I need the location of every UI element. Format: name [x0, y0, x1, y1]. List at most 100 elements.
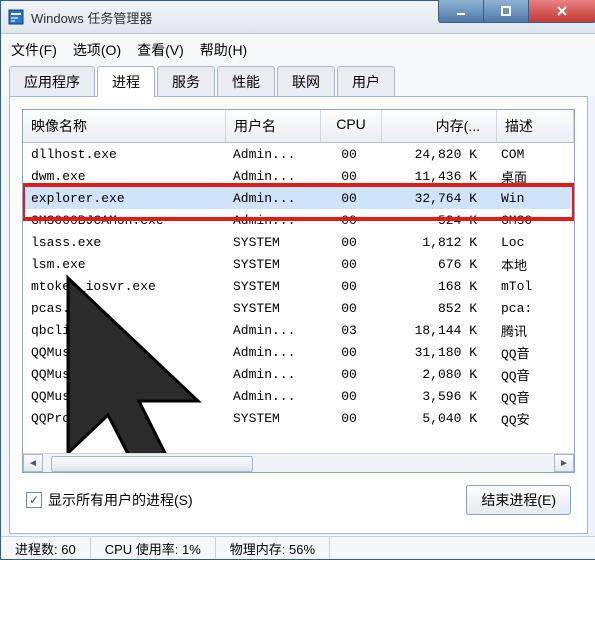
tab-users[interactable]: 用户: [337, 66, 395, 96]
tab-services[interactable]: 服务: [157, 66, 215, 96]
table-cell: SYSTEM: [225, 411, 319, 426]
window-buttons: [438, 1, 595, 33]
tab-row: 应用程序 进程 服务 性能 联网 用户: [1, 66, 595, 96]
table-cell: Win: [493, 191, 574, 206]
maximize-button[interactable]: [484, 0, 529, 23]
table-cell: QQ安: [493, 409, 574, 428]
table-cell: SYSTEM: [225, 279, 319, 294]
menu-view[interactable]: 查看(V): [137, 40, 184, 60]
table-cell: Admin...: [225, 367, 319, 382]
scroll-left-button[interactable]: ◄: [23, 454, 43, 472]
menu-help[interactable]: 帮助(H): [200, 40, 247, 60]
table-row[interactable]: dllhost.exeAdmin...0024,820 KCOM: [23, 143, 574, 165]
table-cell: 32,764 K: [379, 191, 493, 206]
checkbox-label: 显示所有用户的进程(S): [48, 490, 193, 510]
status-physical-memory: 物理内存: 56%: [216, 537, 330, 559]
table-cell: Admin...: [225, 345, 319, 360]
close-button[interactable]: [529, 0, 595, 23]
table-cell: Admin...: [225, 147, 319, 162]
under-table-row: ✓ 显示所有用户的进程(S) 结束进程(E): [26, 485, 571, 515]
table-cell: 1,812 K: [379, 235, 493, 250]
table-row[interactable]: QQMusiAdmin...002,080 KQQ音: [23, 363, 574, 385]
table-cell: 5,040 K: [379, 411, 493, 426]
table-cell: QQ音: [493, 343, 574, 362]
menu-file[interactable]: 文件(F): [11, 40, 57, 60]
table-cell: QQ音: [493, 387, 574, 406]
table-cell: Admin...: [225, 169, 319, 184]
table-row[interactable]: explorer.exeAdmin...0032,764 KWin: [23, 187, 574, 209]
table-row[interactable]: lsass.exeSYSTEM001,812 KLoc: [23, 231, 574, 253]
table-cell: explorer.exe: [23, 191, 225, 206]
table-row[interactable]: pcas.eSYSTEM00852 Kpca:: [23, 297, 574, 319]
table-cell: 11,436 K: [379, 169, 493, 184]
scroll-right-button[interactable]: ►: [554, 454, 574, 472]
table-cell: pca:: [493, 301, 574, 316]
table-cell: pcas.e: [23, 301, 225, 316]
tab-applications[interactable]: 应用程序: [9, 66, 95, 96]
table-cell: 852 K: [379, 301, 493, 316]
table-cell: QQMusi: [23, 345, 225, 360]
table-cell: dwm.exe: [23, 169, 225, 184]
tab-processes[interactable]: 进程: [97, 66, 155, 97]
table-cell: QQMusi: [23, 389, 225, 404]
table-cell: SYSTEM: [225, 301, 319, 316]
status-process-count: 进程数: 60: [1, 537, 91, 559]
table-cell: 2,080 K: [379, 367, 493, 382]
tab-performance[interactable]: 性能: [217, 66, 275, 96]
table-cell: 24,820 K: [379, 147, 493, 162]
scroll-thumb[interactable]: [51, 456, 253, 472]
statusbar: 进程数: 60 CPU 使用率: 1% 物理内存: 56%: [1, 536, 595, 559]
table-cell: 00: [319, 279, 379, 294]
app-icon: [7, 8, 25, 26]
table-row[interactable]: GM3000BJCAMon.exeAdmin...00524 KGM30: [23, 209, 574, 231]
table-cell: 00: [319, 169, 379, 184]
minimize-button[interactable]: [438, 0, 484, 23]
scroll-track[interactable]: [43, 455, 554, 471]
window-title: Windows 任务管理器: [31, 8, 438, 27]
table-cell: 腾讯: [493, 321, 574, 340]
table-cell: 本地: [493, 255, 574, 274]
titlebar: Windows 任务管理器: [1, 1, 595, 34]
end-process-button[interactable]: 结束进程(E): [466, 485, 571, 515]
table-cell: mtoken_iosvr.exe: [23, 279, 225, 294]
table-cell: Admin...: [225, 389, 319, 404]
table-cell: 31,180 K: [379, 345, 493, 360]
table-cell: 00: [319, 257, 379, 272]
tab-networking[interactable]: 联网: [277, 66, 335, 96]
col-memory[interactable]: 内存(...: [382, 110, 497, 142]
table-cell: dllhost.exe: [23, 147, 225, 162]
table-cell: 00: [319, 389, 379, 404]
table-cell: Admin...: [225, 191, 319, 206]
col-image-name[interactable]: 映像名称: [23, 110, 226, 142]
tab-content: 映像名称 用户名 CPU 内存(... 描述 dllhost.exeAdmin.…: [9, 96, 588, 534]
table-row[interactable]: QQProt .eSYSTEM005,040 KQQ安: [23, 407, 574, 429]
table-row[interactable]: lsm.exeSYSTEM00676 K本地: [23, 253, 574, 275]
table-cell: 00: [319, 213, 379, 228]
table-row[interactable]: QQMusiAdmin...0031,180 KQQ音: [23, 341, 574, 363]
horizontal-scrollbar[interactable]: ◄ ►: [23, 453, 574, 472]
table-body: dllhost.exeAdmin...0024,820 KCOMdwm.exeA…: [23, 143, 574, 453]
table-cell: qbclie: [23, 323, 225, 338]
table-cell: QQMusi: [23, 367, 225, 382]
table-row[interactable]: dwm.exeAdmin...0011,436 K桌面: [23, 165, 574, 187]
table-row[interactable]: mtoken_iosvr.exeSYSTEM00168 KmTol: [23, 275, 574, 297]
table-cell: 桌面: [493, 167, 574, 186]
task-manager-window: Windows 任务管理器 文件(F) 选项(O) 查看(V) 帮助(H) 应用…: [0, 0, 595, 560]
status-cpu-usage: CPU 使用率: 1%: [91, 537, 216, 559]
table-cell: 3,596 K: [379, 389, 493, 404]
show-all-users-checkbox[interactable]: ✓ 显示所有用户的进程(S): [26, 490, 193, 510]
col-user-name[interactable]: 用户名: [226, 110, 321, 142]
table-cell: 524 K: [379, 213, 493, 228]
table-cell: 18,144 K: [379, 323, 493, 338]
table-cell: lsm.exe: [23, 257, 225, 272]
table-cell: 00: [319, 191, 379, 206]
table-cell: lsass.exe: [23, 235, 225, 250]
col-cpu[interactable]: CPU: [321, 110, 382, 142]
table-cell: GM3000BJCAMon.exe: [23, 213, 225, 228]
table-cell: 00: [319, 147, 379, 162]
table-row[interactable]: qbclieAdmin...0318,144 K腾讯: [23, 319, 574, 341]
menu-options[interactable]: 选项(O): [73, 40, 121, 60]
col-description[interactable]: 描述: [497, 110, 574, 142]
table-header: 映像名称 用户名 CPU 内存(... 描述: [23, 110, 574, 143]
table-row[interactable]: QQMusiAdmin...003,596 KQQ音: [23, 385, 574, 407]
